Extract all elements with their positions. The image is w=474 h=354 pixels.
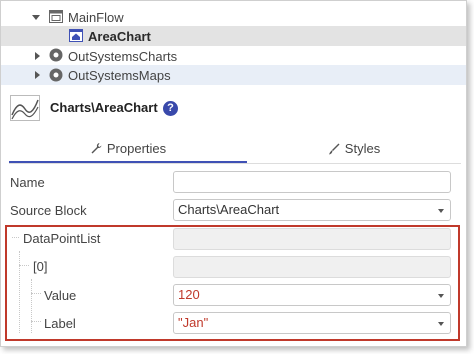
module-icon bbox=[49, 68, 63, 82]
source-block-label: Source Block bbox=[10, 203, 87, 218]
module-icon bbox=[49, 48, 63, 62]
source-block-value: Charts\AreaChart bbox=[178, 202, 280, 217]
name-field[interactable] bbox=[173, 171, 451, 193]
collapse-arrow-icon[interactable] bbox=[35, 52, 40, 60]
expand-arrow-icon[interactable] bbox=[32, 15, 40, 20]
highlight-box bbox=[5, 225, 460, 341]
tab-bar: Properties Styles bbox=[9, 135, 461, 164]
wrench-icon bbox=[91, 143, 102, 154]
tree-item-outsystemsmaps[interactable]: OutSystemsMaps bbox=[1, 65, 466, 85]
tab-label: Styles bbox=[344, 141, 381, 156]
collapse-arrow-icon[interactable] bbox=[35, 71, 40, 79]
area-chart-icon bbox=[10, 95, 40, 121]
chevron-down-icon bbox=[438, 209, 444, 213]
tree-item-label: OutSystemsMaps bbox=[68, 67, 171, 83]
tree-item-mainflow[interactable]: MainFlow bbox=[1, 7, 466, 27]
page-title: Charts\AreaChart bbox=[50, 100, 158, 115]
brush-icon bbox=[328, 143, 340, 154]
tree-item-outsystemscharts[interactable]: OutSystemsCharts bbox=[1, 46, 466, 66]
tree-item-label: MainFlow bbox=[68, 9, 124, 25]
tab-styles[interactable]: Styles bbox=[247, 135, 461, 162]
tab-properties[interactable]: Properties bbox=[9, 135, 247, 163]
tab-label: Properties bbox=[106, 140, 167, 156]
flow-icon bbox=[49, 10, 63, 23]
help-icon[interactable]: ? bbox=[163, 101, 178, 116]
screen-home-icon bbox=[69, 29, 83, 42]
name-label: Name bbox=[10, 175, 45, 190]
tree-item-label: AreaChart bbox=[88, 28, 151, 44]
properties-panel: MainFlow AreaChart OutSystemsCharts OutS… bbox=[0, 0, 467, 347]
tree-item-label: OutSystemsCharts bbox=[68, 48, 178, 64]
tree-item-areachart[interactable]: AreaChart bbox=[1, 26, 466, 46]
source-block-select[interactable]: Charts\AreaChart bbox=[173, 199, 451, 221]
